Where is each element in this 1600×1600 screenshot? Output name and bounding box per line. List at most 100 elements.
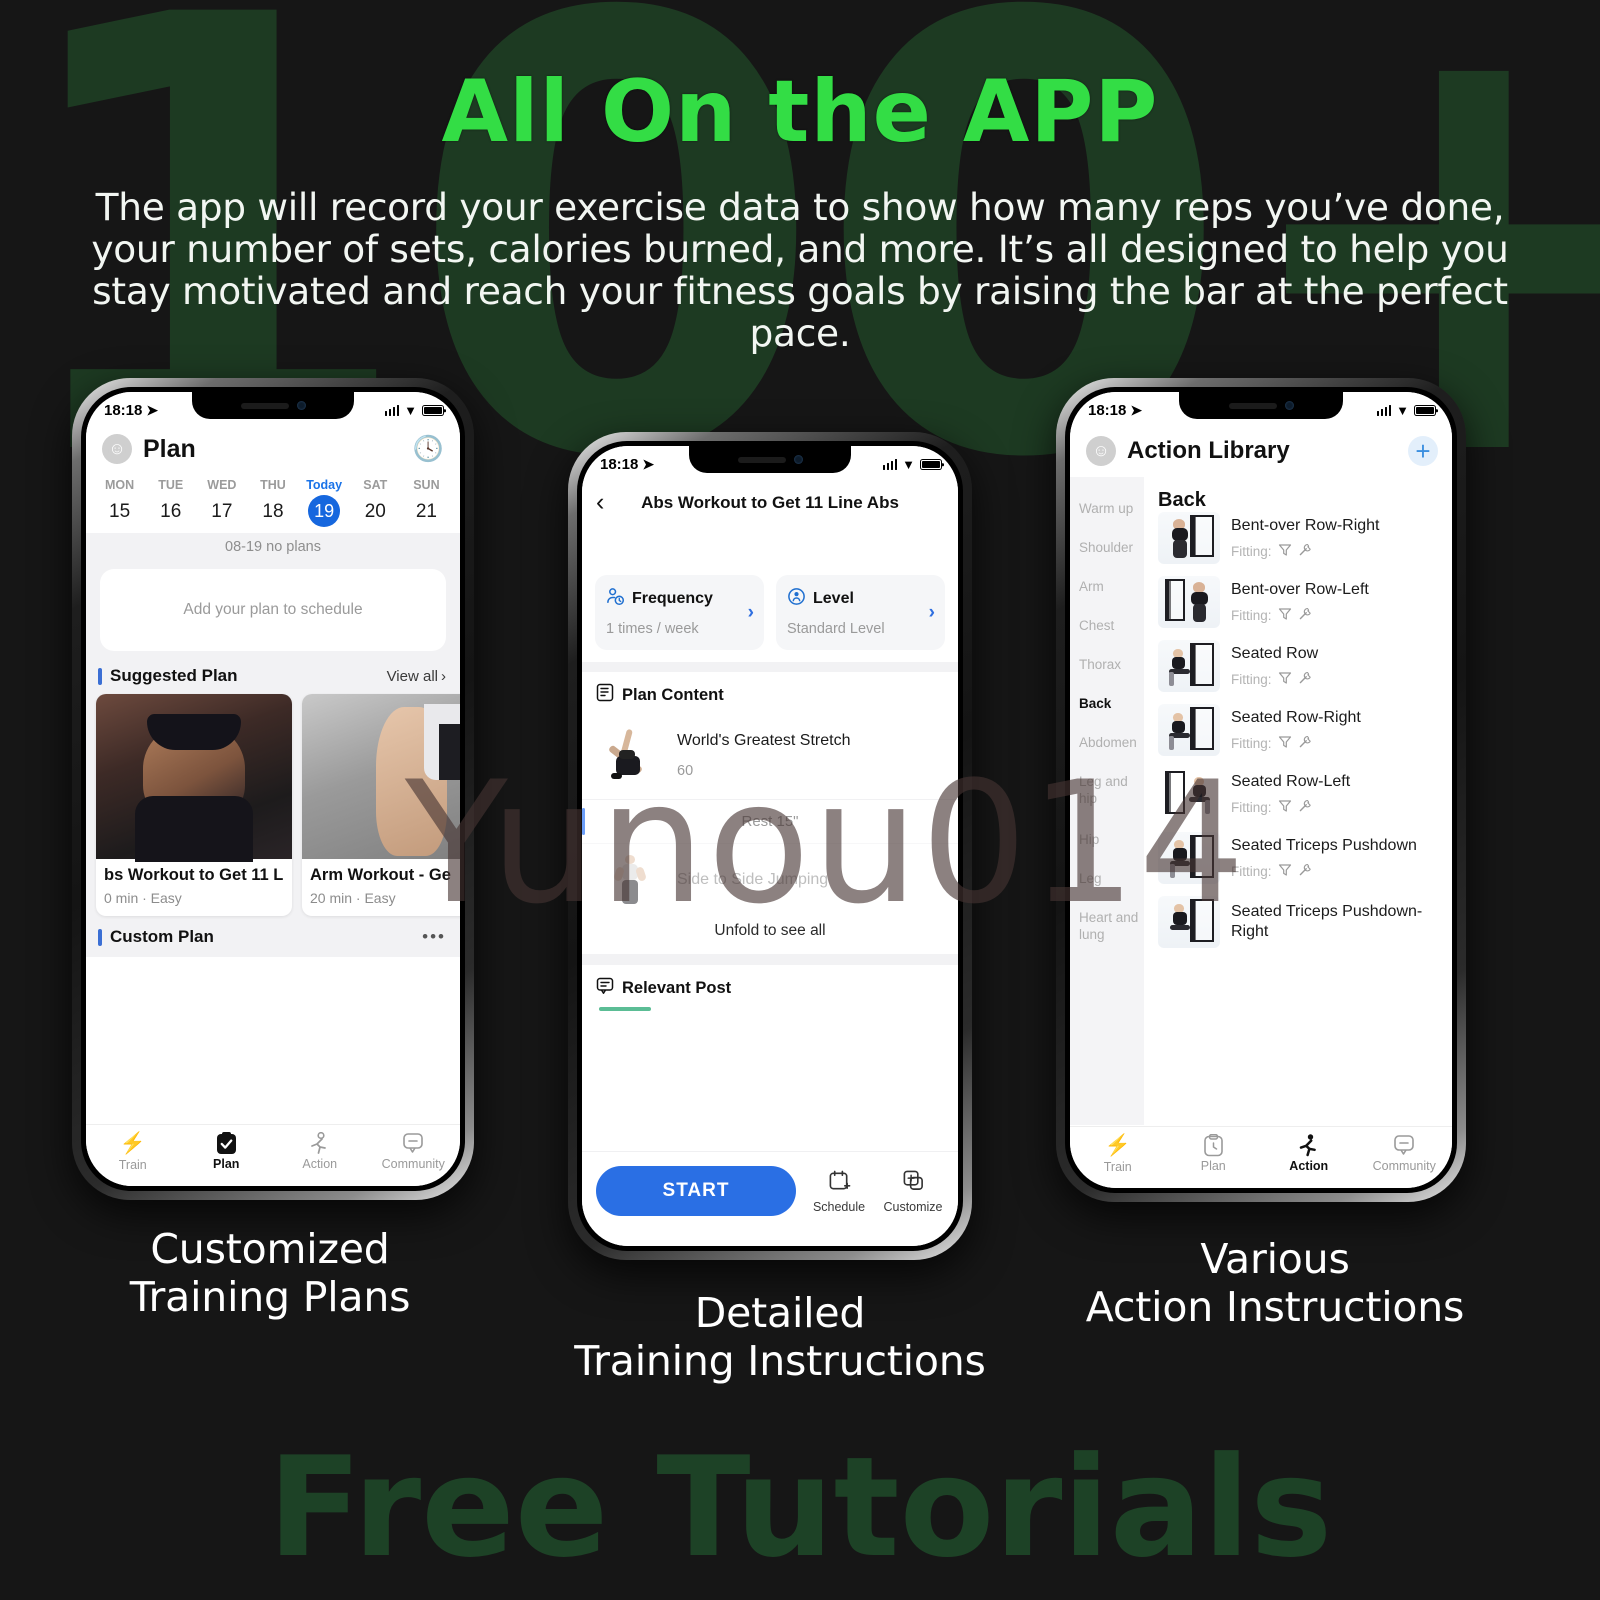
person-clock-icon	[606, 587, 625, 611]
frequency-label: Frequency	[632, 590, 713, 607]
avatar[interactable]: ☺	[1086, 436, 1116, 466]
category-label: Back	[1079, 696, 1112, 711]
plan-content-label: Plan Content	[622, 685, 724, 704]
cellular-signal-icon	[882, 459, 898, 470]
location-arrow-icon: ➤	[642, 456, 655, 472]
category-item-shoulder[interactable]: Shoulder	[1070, 528, 1144, 567]
category-item-thorax[interactable]: Thorax	[1070, 645, 1144, 684]
chat-lines-icon	[596, 977, 614, 1000]
category-item-warm-up[interactable]: Warm up	[1070, 489, 1144, 528]
category-item-arm[interactable]: Arm	[1070, 567, 1144, 606]
category-item-heart-and-lung[interactable]: Heart and lung	[1070, 898, 1144, 956]
phone-1-bezel: 18:18 ➤ ▼ ☺ Plan 🕓 MON 15 TUE 16 WED 17 …	[81, 387, 465, 1191]
schedule-button[interactable]: Schedule	[810, 1169, 868, 1214]
category-item-chest[interactable]: Chest	[1070, 606, 1144, 645]
history-clock-icon[interactable]: 🕓	[413, 435, 444, 464]
exercise-list-item[interactable]: Seated Row-Right Fitting:	[1158, 698, 1442, 762]
tab-plan[interactable]: Plan	[180, 1132, 274, 1171]
category-item-abdomen[interactable]: Abdomen	[1070, 723, 1144, 762]
suggested-plan-cards: bs Workout to Get 11 Lin... 0 min · Easy…	[86, 694, 460, 916]
category-label: Leg	[1079, 870, 1102, 886]
relevant-post-label: Relevant Post	[622, 979, 732, 997]
custom-plan-header: Custom Plan •••	[86, 916, 460, 957]
tab-action[interactable]: Action	[1261, 1134, 1357, 1173]
exercise-list-item[interactable]: Seated Row-Left Fitting:	[1158, 762, 1442, 826]
category-item-leg[interactable]: Leg	[1070, 859, 1144, 898]
exercise-thumbnail	[596, 721, 664, 789]
rest-label: Rest 15"	[741, 813, 799, 830]
tab-community[interactable]: Community	[367, 1132, 461, 1171]
exercise-thumbnail	[1158, 576, 1220, 628]
date-number: 15	[109, 501, 131, 522]
exercise-row[interactable]: World's Greatest Stretch 60	[582, 715, 958, 799]
exercise-list[interactable]: Back Bent-over Row-Right Fitting: Bent-o…	[1144, 477, 1452, 1125]
suggested-plan-label: Suggested Plan	[110, 666, 238, 685]
week-day-cell[interactable]: SAT 20	[350, 478, 401, 527]
phone-3-tab-bar[interactable]: ⚡ Train Plan Action Community	[1070, 1126, 1452, 1188]
exercise-thumbnail	[1158, 896, 1220, 948]
plan-card[interactable]: bs Workout to Get 11 Lin... 0 min · Easy	[96, 694, 292, 916]
exercise-list-item[interactable]: Bent-over Row-Left Fitting:	[1158, 570, 1442, 634]
wrench-icon	[1298, 799, 1312, 816]
phone-1-tab-bar[interactable]: ⚡ Train Plan Action Community	[86, 1124, 460, 1186]
relevant-post-underline	[599, 1007, 651, 1011]
fitting-label: Fitting:	[1231, 863, 1272, 879]
exercise-list-item[interactable]: Seated Triceps Pushdown-Right	[1158, 890, 1442, 954]
customize-button[interactable]: Customize	[882, 1169, 944, 1214]
copy-plus-icon	[882, 1169, 944, 1197]
view-all-button[interactable]: View all ›	[387, 668, 446, 685]
exercise-list-item[interactable]: Seated Row Fitting:	[1158, 634, 1442, 698]
page-title: Action Library	[1127, 437, 1290, 464]
add-plan-section: Add your plan to schedule	[86, 563, 460, 661]
week-selector[interactable]: MON 15 TUE 16 WED 17 THU 18 Today 19 SAT…	[86, 474, 460, 533]
smiley-face-icon: ☺	[1092, 441, 1110, 460]
week-day-cell-today[interactable]: Today 19	[299, 478, 350, 527]
category-item-back[interactable]: Back	[1070, 684, 1144, 723]
phone-1-status-bar: 18:18 ➤ ▼	[86, 392, 460, 422]
category-sidebar[interactable]: Warm up Shoulder Arm Chest Thorax Back A…	[1070, 477, 1144, 1125]
exercise-name: Seated Triceps Pushdown-Right	[1231, 903, 1423, 940]
chevron-left-icon[interactable]: ‹	[596, 490, 618, 515]
plus-icon[interactable]: +	[1408, 436, 1438, 466]
start-button[interactable]: START	[596, 1166, 796, 1216]
level-chip-head: Level	[787, 587, 934, 611]
custom-plan-more-button[interactable]: •••	[422, 927, 446, 947]
view-all-label: View all	[386, 667, 438, 685]
phone-3-frame: 18:18 ➤ ▼ ☺ Action Library + Warm up Sho…	[1056, 378, 1466, 1202]
tab-train[interactable]: ⚡ Train	[1070, 1134, 1166, 1174]
week-day-cell[interactable]: THU 18	[247, 478, 298, 527]
exercise-list-item[interactable]: Bent-over Row-Right Fitting:	[1158, 506, 1442, 570]
add-plan-card[interactable]: Add your plan to schedule	[100, 569, 446, 651]
weekday-label: SAT	[363, 478, 388, 492]
exercise-row[interactable]: Side to Side Jumping	[582, 843, 958, 912]
tab-community[interactable]: Community	[1357, 1134, 1453, 1173]
plan-card[interactable]: Arm Workout - Ge 20 min · Easy	[302, 694, 460, 916]
avatar[interactable]: ☺	[102, 434, 132, 464]
week-day-cell[interactable]: SUN 21	[401, 478, 452, 527]
tab-train[interactable]: ⚡ Train	[86, 1132, 180, 1172]
exercise-list-item[interactable]: Seated Triceps Pushdown Fitting:	[1158, 826, 1442, 890]
week-day-cell[interactable]: TUE 16	[145, 478, 196, 527]
chat-bubble-icon	[367, 1132, 461, 1155]
chevron-right-icon: ›	[747, 601, 754, 623]
tab-action[interactable]: Action	[273, 1132, 367, 1171]
unfold-button[interactable]: Unfold to see all	[582, 912, 958, 954]
wrench-icon	[1298, 543, 1312, 560]
level-chip[interactable]: Level Standard Level ›	[776, 575, 945, 650]
tab-plan[interactable]: Plan	[1166, 1134, 1262, 1173]
exercise-thumbnail	[1158, 512, 1220, 564]
frequency-chip[interactable]: Frequency 1 times / week ›	[595, 575, 764, 650]
category-label: Abdomen	[1079, 735, 1137, 750]
status-time: 18:18	[600, 456, 639, 473]
week-day-cell[interactable]: MON 15	[94, 478, 145, 527]
tab-label: Action	[1289, 1159, 1329, 1173]
funnel-icon	[1278, 863, 1292, 880]
week-day-cell[interactable]: WED 17	[196, 478, 247, 527]
category-item-leg-and-hip[interactable]: Leg and hip	[1070, 762, 1144, 820]
tab-label: Community	[381, 1157, 445, 1171]
action-library-body: Warm up Shoulder Arm Chest Thorax Back A…	[1070, 477, 1452, 1125]
plan-card-meta: 0 min · Easy	[104, 890, 182, 906]
weekday-label-today: Today	[306, 478, 343, 492]
fitting-label: Fitting:	[1231, 607, 1272, 623]
category-item-hip[interactable]: Hip	[1070, 820, 1144, 859]
